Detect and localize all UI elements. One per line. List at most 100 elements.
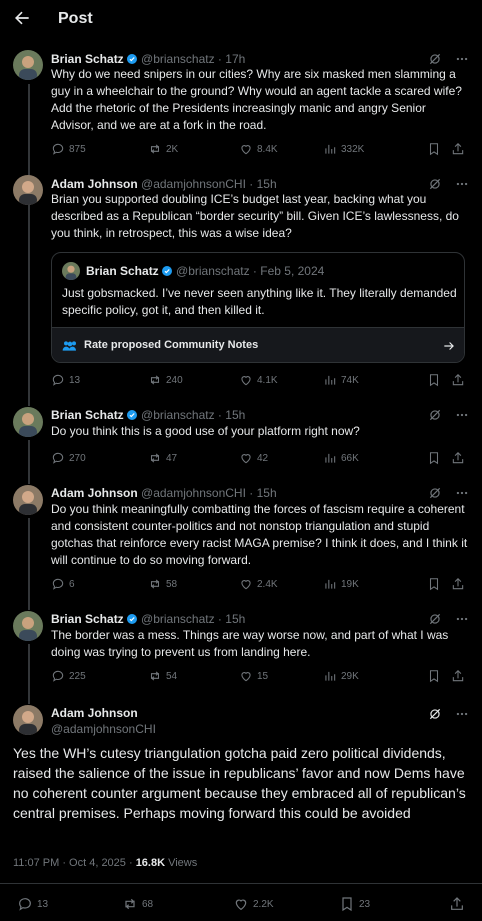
reply-button[interactable]: 6	[51, 577, 75, 591]
share-icon[interactable]	[449, 896, 465, 912]
more-dots-icon[interactable]	[455, 52, 469, 66]
community-notes-icon	[62, 341, 76, 351]
repost-button[interactable]: 68	[122, 896, 153, 912]
grok-icon[interactable]	[428, 52, 442, 66]
top-bar: Post	[0, 0, 482, 40]
quoted-tweet[interactable]: Brian Schatz @brianschatz · Feb 5, 2024 …	[51, 252, 465, 363]
post-time[interactable]: 15h	[225, 612, 245, 626]
like-count: 42	[257, 452, 269, 464]
bookmark-icon[interactable]	[427, 577, 441, 591]
repost-count: 68	[142, 898, 154, 910]
reply-button[interactable]: 13	[51, 373, 80, 387]
author-handle[interactable]: @brianschatz	[141, 408, 215, 422]
post-timestamp[interactable]: 11:07 PM · Oct 4, 2025 ·	[13, 857, 136, 869]
like-icon	[241, 672, 251, 682]
post-time[interactable]: 15h	[225, 408, 245, 422]
reply-button[interactable]: 225	[51, 669, 86, 683]
reply-count: 875	[69, 143, 86, 155]
share-icon[interactable]	[451, 577, 465, 591]
author-handle[interactable]: @adamjohnsonCHI	[141, 177, 246, 191]
share-icon[interactable]	[451, 451, 465, 465]
views-button[interactable]: 19K	[323, 577, 359, 591]
repost-icon	[150, 144, 160, 154]
community-notes-link[interactable]: Rate proposed Community Notes	[52, 327, 464, 362]
share-icon[interactable]	[451, 142, 465, 156]
separator-dot: ·	[217, 52, 222, 66]
reply-icon	[19, 898, 31, 911]
avatar[interactable]	[13, 407, 43, 437]
author-name[interactable]: Adam Johnson	[51, 177, 138, 191]
more-dots-icon[interactable]	[455, 612, 469, 626]
author-handle[interactable]: @adamjohnsonCHI	[141, 486, 246, 500]
bookmark-icon[interactable]	[427, 142, 441, 156]
more-dots-icon[interactable]	[455, 408, 469, 422]
author-handle[interactable]: @brianschatz	[141, 52, 215, 66]
reply-count: 6	[69, 578, 75, 590]
views-icon	[325, 375, 336, 385]
like-button[interactable]: 4.1K	[239, 373, 278, 387]
grok-icon[interactable]	[428, 707, 442, 721]
back-arrow-icon[interactable]	[12, 8, 32, 28]
views-button[interactable]: 74K	[323, 373, 359, 387]
repost-icon	[150, 453, 160, 463]
share-icon[interactable]	[451, 669, 465, 683]
post-time[interactable]: 15h	[257, 177, 277, 191]
author-handle[interactable]: @brianschatz	[141, 612, 215, 626]
repost-icon	[150, 579, 160, 589]
post-time[interactable]: 17h	[225, 52, 245, 66]
views-button[interactable]: 29K	[323, 669, 359, 683]
divider	[0, 883, 482, 884]
repost-button[interactable]: 2K	[148, 142, 178, 156]
author-handle[interactable]: @adamjohnsonCHI	[51, 722, 156, 736]
bookmark-count: 23	[359, 898, 371, 910]
avatar[interactable]	[13, 50, 43, 80]
author-name[interactable]: Brian Schatz	[51, 52, 124, 66]
reply-button[interactable]: 875	[51, 142, 86, 156]
grok-icon[interactable]	[428, 408, 442, 422]
like-button[interactable]: 15	[239, 669, 268, 683]
repost-button[interactable]: 240	[148, 373, 183, 387]
more-dots-icon[interactable]	[455, 707, 469, 721]
repost-button[interactable]: 58	[148, 577, 177, 591]
views-button[interactable]: 332K	[323, 142, 364, 156]
like-button[interactable]: 8.4K	[239, 142, 278, 156]
reply-button[interactable]: 270	[51, 451, 86, 465]
author-name[interactable]: Adam Johnson	[51, 706, 138, 720]
bookmark-icon[interactable]	[427, 669, 441, 683]
tweet-text: Why do we need snipers in our cities? Wh…	[51, 67, 462, 132]
avatar[interactable]	[13, 611, 43, 641]
author-name[interactable]: Brian Schatz	[51, 408, 124, 422]
grok-icon[interactable]	[428, 486, 442, 500]
author-name[interactable]: Adam Johnson	[51, 486, 138, 500]
grok-icon[interactable]	[428, 177, 442, 191]
bookmark-icon[interactable]	[427, 373, 441, 387]
reply-button[interactable]: 13	[17, 896, 48, 912]
like-button[interactable]: 2.2K	[233, 896, 274, 912]
repost-button[interactable]: 54	[148, 669, 177, 683]
views-button[interactable]: 66K	[323, 451, 359, 465]
separator-dot: ·	[217, 408, 222, 422]
repost-icon	[150, 671, 160, 681]
bookmark-icon[interactable]	[427, 451, 441, 465]
avatar[interactable]	[13, 705, 43, 735]
like-count: 4.1K	[257, 374, 278, 386]
avatar[interactable]	[13, 175, 43, 205]
tweet-text: Brian you supported doubling ICE’s budge…	[51, 192, 459, 240]
like-button[interactable]: 42	[239, 451, 268, 465]
like-count: 2.2K	[253, 898, 274, 910]
author-name[interactable]: Brian Schatz	[51, 612, 124, 626]
bookmark-button[interactable]: 23	[339, 896, 370, 912]
repost-count: 58	[166, 578, 178, 590]
grok-icon[interactable]	[428, 612, 442, 626]
avatar[interactable]	[13, 485, 43, 515]
more-dots-icon[interactable]	[455, 486, 469, 500]
arrow-right-icon	[444, 342, 454, 350]
repost-button[interactable]: 47	[148, 451, 177, 465]
thread-line	[28, 194, 30, 406]
reply-count: 225	[69, 670, 86, 682]
post-time[interactable]: 15h	[257, 486, 277, 500]
repost-icon	[150, 375, 160, 385]
more-dots-icon[interactable]	[455, 177, 469, 191]
share-icon[interactable]	[451, 373, 465, 387]
like-button[interactable]: 2.4K	[239, 577, 278, 591]
